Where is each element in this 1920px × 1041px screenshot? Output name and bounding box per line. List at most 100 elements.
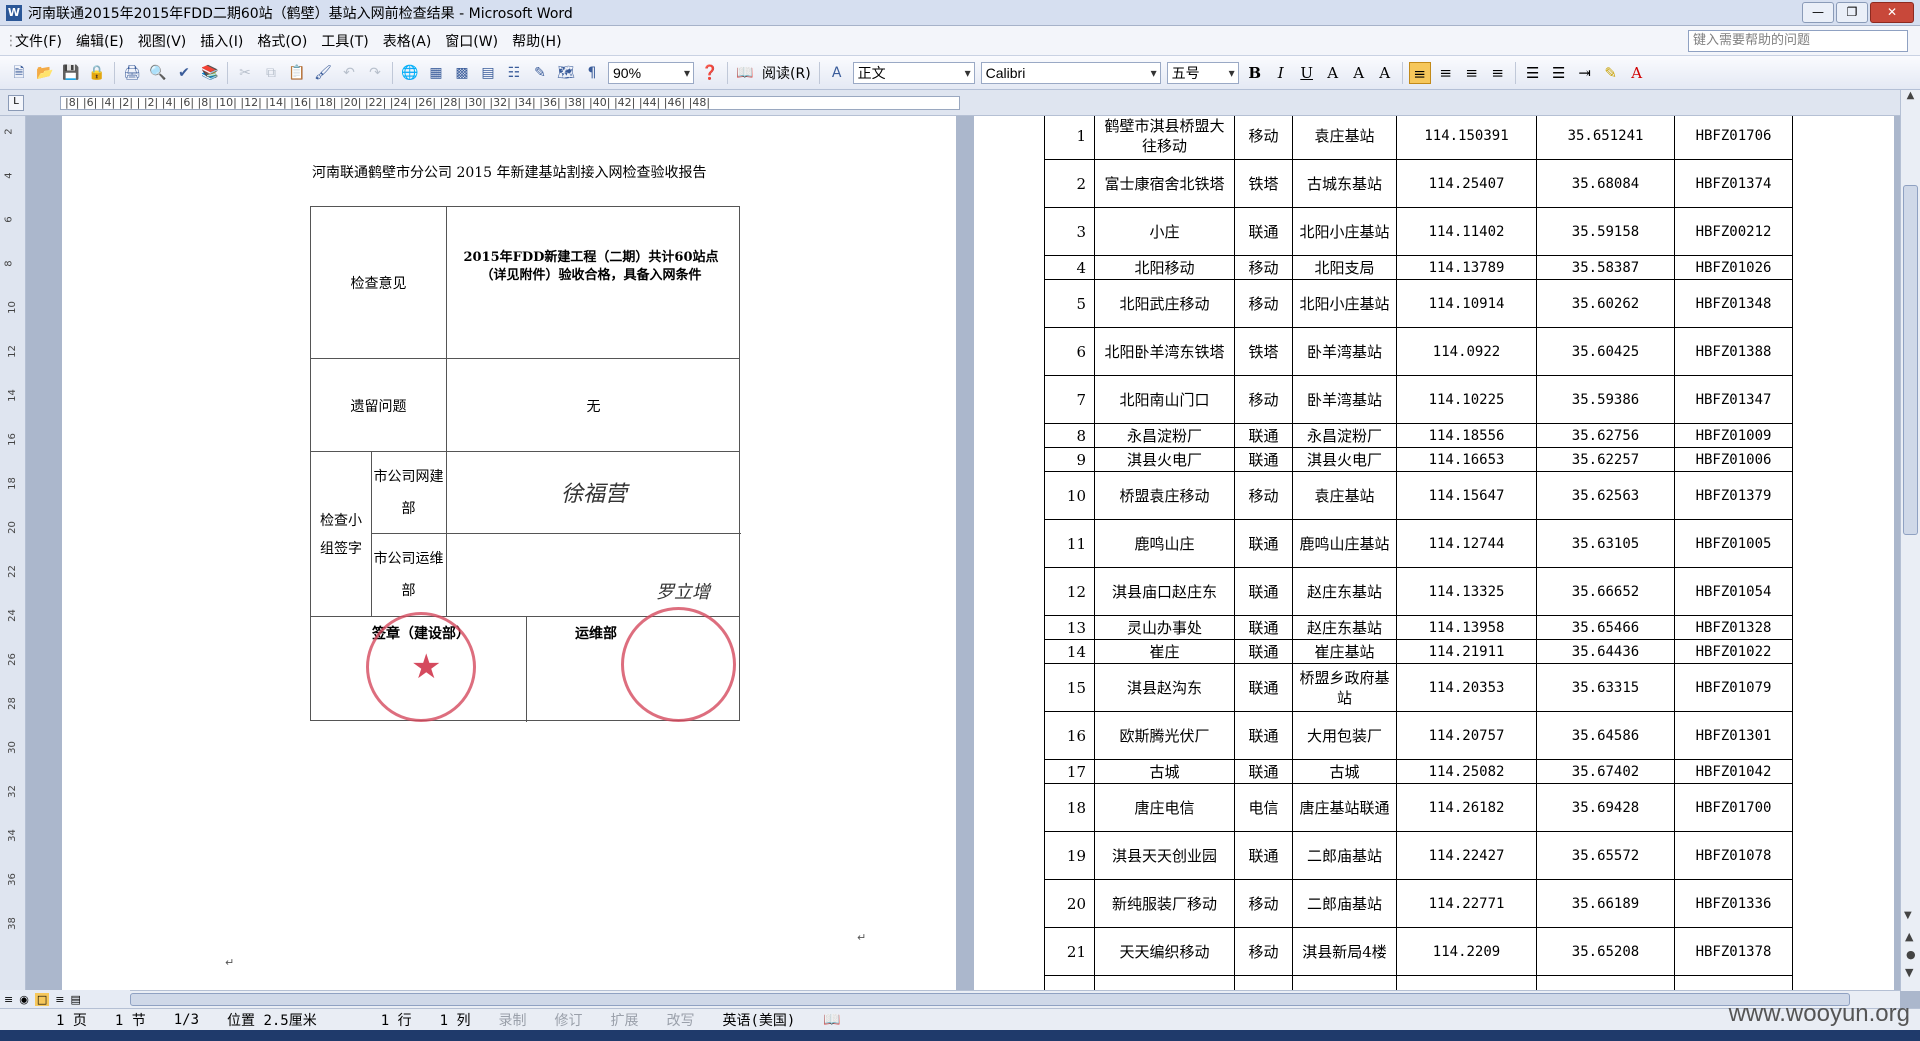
minimize-button[interactable]: — <box>1802 2 1834 23</box>
cell-site-name: 西岗三角屯移动 <box>1094 975 1235 990</box>
save-icon[interactable]: 💾 <box>60 62 82 84</box>
page-1[interactable]: 河南联通鹤壁市分公司 2015 年新建基站割接入网检查验收报告 检查意见 201… <box>62 116 956 990</box>
vertical-scrollbar[interactable]: ▲ ▼ ▲ ● ▼ <box>1900 90 1920 991</box>
char-scale-icon[interactable]: A <box>1374 62 1396 84</box>
undo-icon[interactable]: ↶ <box>338 62 360 84</box>
table-row: 11 鹿鸣山庄 联通 鹿鸣山庄基站 114.12744 35.63105 HBFZ01005 <box>1044 519 1793 568</box>
horizontal-scroll-thumb[interactable] <box>130 993 1850 1006</box>
char-shading-icon[interactable]: A <box>1348 62 1370 84</box>
indent-icon[interactable]: ⇥ <box>1574 62 1596 84</box>
print-view-icon[interactable]: □ <box>34 992 50 1006</box>
menu-help[interactable]: 帮助(H) <box>505 31 568 51</box>
menu-format[interactable]: 格式(O) <box>250 31 314 51</box>
menu-tools[interactable]: 工具(T) <box>314 31 375 51</box>
underline-icon[interactable]: U <box>1296 62 1318 84</box>
cut-icon[interactable]: ✂ <box>234 62 256 84</box>
normal-view-icon[interactable]: ≡ <box>4 993 13 1006</box>
bullets-icon[interactable]: ☰ <box>1548 62 1570 84</box>
font-select[interactable]: Calibri <box>980 61 1161 84</box>
reading-view-icon[interactable]: ▤ <box>70 993 80 1006</box>
spelling-icon[interactable]: ✔ <box>173 62 195 84</box>
scroll-up-icon[interactable]: ▲ <box>1901 90 1920 101</box>
paste-icon[interactable]: 📋 <box>286 62 308 84</box>
cell-latitude: 35.60425 <box>1536 327 1675 376</box>
highlight-icon[interactable]: ✎ <box>1600 62 1622 84</box>
menu-file[interactable]: 文件(F) <box>8 31 69 51</box>
format-painter-icon[interactable]: 🖌 <box>312 62 334 84</box>
document-map-icon[interactable]: 🗺 <box>555 62 577 84</box>
menu-window[interactable]: 窗口(W) <box>438 31 505 51</box>
align-right-icon[interactable]: ≡ <box>1461 62 1483 84</box>
zoom-select[interactable]: 90% <box>608 61 694 84</box>
help-icon[interactable]: ❓ <box>699 62 721 84</box>
bold-icon[interactable]: B <box>1244 62 1266 84</box>
table-row: 5 北阳武庄移动 移动 北阳小庄基站 114.10914 35.60262 HBFZ0134… <box>1044 279 1793 328</box>
document-area[interactable]: 河南联通鹤壁市分公司 2015 年新建基站割接入网检查验收报告 检查意见 201… <box>26 116 1900 990</box>
research-icon[interactable]: 📚 <box>199 62 221 84</box>
scroll-down-icon[interactable]: ▼ <box>1904 910 1912 921</box>
font-size-select[interactable]: 五号 <box>1166 61 1239 84</box>
status-page: 1 页 <box>56 1012 87 1029</box>
align-center-icon[interactable]: ≡ <box>1435 62 1457 84</box>
excel-icon[interactable]: ▤ <box>477 62 499 84</box>
copy-icon[interactable]: ⧉ <box>260 62 282 84</box>
menu-insert[interactable]: 插入(I) <box>193 31 250 51</box>
horizontal-scrollbar[interactable] <box>130 990 1900 1008</box>
scanned-report-image: 检查意见 2015年FDD新建工程（二期）共计60站点（详见附件）验收合格，具备… <box>310 206 741 722</box>
drawing-icon[interactable]: ✎ <box>529 62 551 84</box>
vertical-scroll-thumb[interactable] <box>1903 185 1918 535</box>
status-extend[interactable]: 扩展 <box>596 1010 652 1030</box>
outline-view-icon[interactable]: ≡ <box>55 993 64 1006</box>
tables-borders-icon[interactable]: ▦ <box>425 62 447 84</box>
align-left-icon[interactable]: ≡ <box>1408 61 1431 84</box>
help-search-input[interactable]: 键入需要帮助的问题 <box>1688 30 1908 52</box>
menu-edit[interactable]: 编辑(E) <box>69 31 131 51</box>
insert-table-icon[interactable]: ▩ <box>451 62 473 84</box>
menu-view[interactable]: 视图(V) <box>131 31 194 51</box>
restore-button[interactable]: ❐ <box>1836 2 1868 23</box>
numbering-icon[interactable]: ☰ <box>1522 62 1544 84</box>
cell-code: HBFZ01022 <box>1674 639 1793 664</box>
italic-icon[interactable]: I <box>1270 62 1292 84</box>
reading-icon[interactable]: 📖 <box>734 62 756 84</box>
watermark: www.wooyun.org <box>1728 1000 1910 1027</box>
prev-page-icon[interactable]: ▲ <box>1905 930 1913 943</box>
justify-icon[interactable]: ≡ <box>1487 62 1509 84</box>
hyperlink-icon[interactable]: 🌐 <box>399 62 421 84</box>
new-icon[interactable]: 🗎 <box>8 62 30 84</box>
cell-code: HBFZ01006 <box>1674 447 1793 472</box>
print-preview-icon[interactable]: 🔍 <box>147 62 169 84</box>
styles-icon[interactable]: A <box>826 62 848 84</box>
status-record[interactable]: 录制 <box>484 1010 540 1030</box>
cell-site-name: 小庄 <box>1094 207 1235 256</box>
status-track[interactable]: 修订 <box>540 1010 596 1030</box>
style-select[interactable]: 正文 <box>852 61 975 84</box>
show-hide-icon[interactable]: ¶ <box>581 62 603 84</box>
page-2[interactable]: 1 鹤壁市淇县桥盟大往移动 移动 袁庄基站 114.150391 35.651241 HBF… <box>974 116 1894 990</box>
cell-latitude: 35.63105 <box>1536 519 1675 568</box>
columns-icon[interactable]: ☷ <box>503 62 525 84</box>
next-page-icon[interactable]: ▼ <box>1905 966 1913 979</box>
close-button[interactable]: ✕ <box>1870 2 1914 23</box>
spelling-status-icon[interactable]: 📖 <box>809 1012 854 1028</box>
menu-table[interactable]: 表格(A) <box>376 31 439 51</box>
status-overtype[interactable]: 改写 <box>652 1010 708 1030</box>
cell-site-name: 欧斯腾光伏厂 <box>1094 711 1235 760</box>
permission-icon[interactable]: 🔒 <box>86 62 108 84</box>
cell-owner: 电信 <box>1234 783 1293 832</box>
cell-owner: 移动 <box>1234 116 1293 160</box>
ruler-scale[interactable]: |8| |6| |4| |2| | |2| |4| |6| |8| |10| |… <box>60 96 960 110</box>
cell-longitude: 114.0922 <box>1396 327 1537 376</box>
tab-selector-icon[interactable]: L <box>8 95 24 111</box>
browse-object-icon[interactable]: ● <box>1906 948 1916 961</box>
font-color-icon[interactable]: A <box>1626 62 1648 84</box>
paragraph-mark: ↵ <box>225 956 235 969</box>
char-border-icon[interactable]: A <box>1322 62 1344 84</box>
open-icon[interactable]: 📂 <box>34 62 56 84</box>
cell-index: 12 <box>1044 567 1095 616</box>
web-view-icon[interactable]: ◉ <box>19 993 29 1006</box>
redo-icon[interactable]: ↷ <box>364 62 386 84</box>
print-icon[interactable]: 🖨 <box>121 62 143 84</box>
status-language[interactable]: 英语(美国) <box>708 1010 809 1030</box>
reading-button[interactable]: 阅读(R) <box>762 63 811 83</box>
